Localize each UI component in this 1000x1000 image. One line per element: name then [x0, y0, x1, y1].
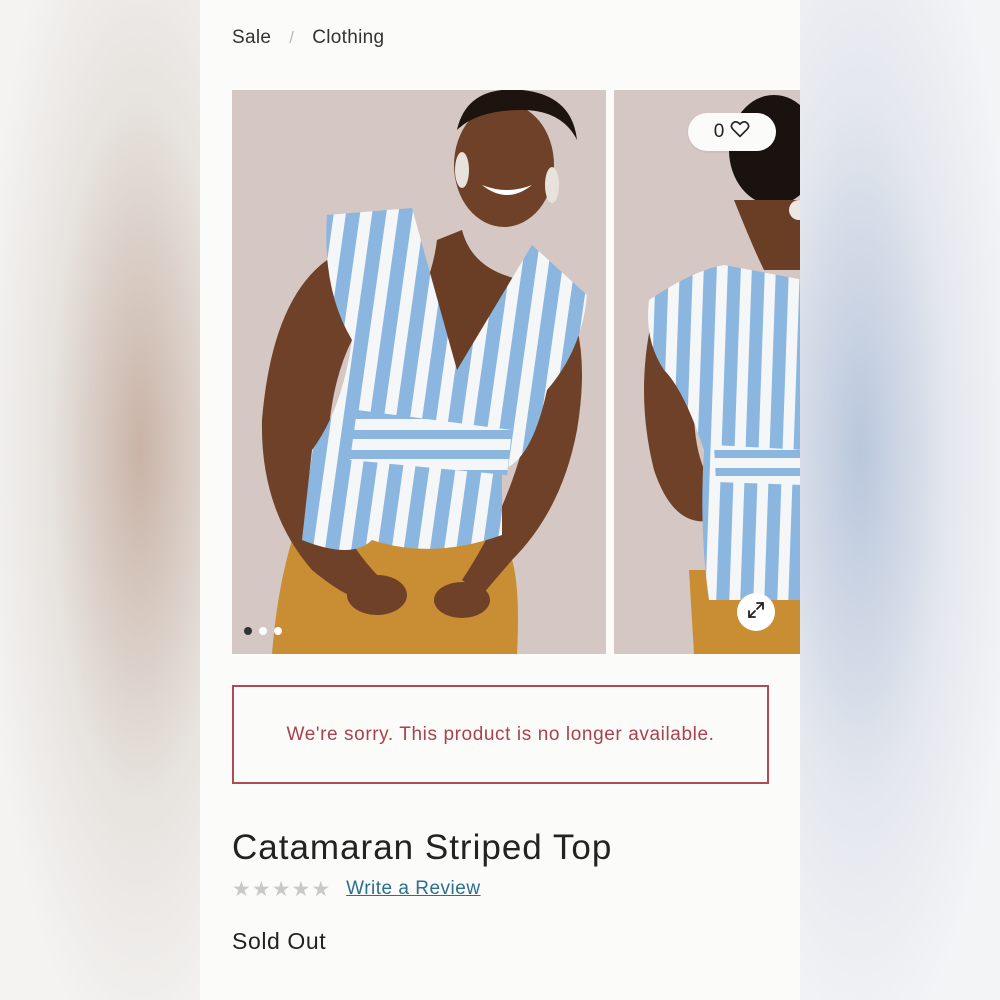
background-blur-right: [800, 0, 1000, 1000]
carousel-pagination: [244, 627, 282, 635]
star-icon: ★: [271, 877, 291, 901]
wishlist-count: 0: [713, 121, 725, 142]
star-icon: ★: [291, 877, 311, 901]
star-icon: ★: [251, 877, 271, 901]
availability-status: Sold Out: [232, 928, 327, 954]
carousel-dot-3[interactable]: [274, 627, 282, 635]
unavailable-message: We're sorry. This product is no longer a…: [286, 723, 715, 745]
rating-row: ★ ★ ★ ★ ★ Write a Review: [232, 878, 481, 900]
expand-icon: [746, 600, 766, 625]
product-image-front[interactable]: [232, 90, 606, 654]
rating-stars: ★ ★ ★ ★ ★: [232, 879, 330, 900]
background-blur-left: [0, 0, 200, 1000]
breadcrumb: Sale / Clothing: [232, 24, 384, 52]
star-icon: ★: [311, 877, 331, 901]
breadcrumb-item-sale[interactable]: Sale: [232, 27, 271, 49]
star-icon: ★: [232, 877, 251, 901]
page-screen: Sale / Clothing 0 We're sorry. This prod…: [200, 0, 800, 1000]
product-image-back[interactable]: [614, 90, 800, 654]
write-review-link[interactable]: Write a Review: [346, 878, 480, 900]
carousel-dot-1[interactable]: [244, 627, 252, 635]
product-image-carousel[interactable]: [232, 90, 800, 654]
breadcrumb-separator: /: [289, 28, 295, 47]
carousel-dot-2[interactable]: [259, 627, 267, 635]
wishlist-button[interactable]: 0: [688, 113, 776, 151]
breadcrumb-item-clothing[interactable]: Clothing: [312, 27, 384, 49]
expand-image-button[interactable]: [737, 593, 775, 631]
heart-icon: [730, 120, 750, 144]
product-title: Catamaran Striped Top: [232, 828, 613, 867]
unavailable-notice: We're sorry. This product is no longer a…: [232, 685, 769, 784]
